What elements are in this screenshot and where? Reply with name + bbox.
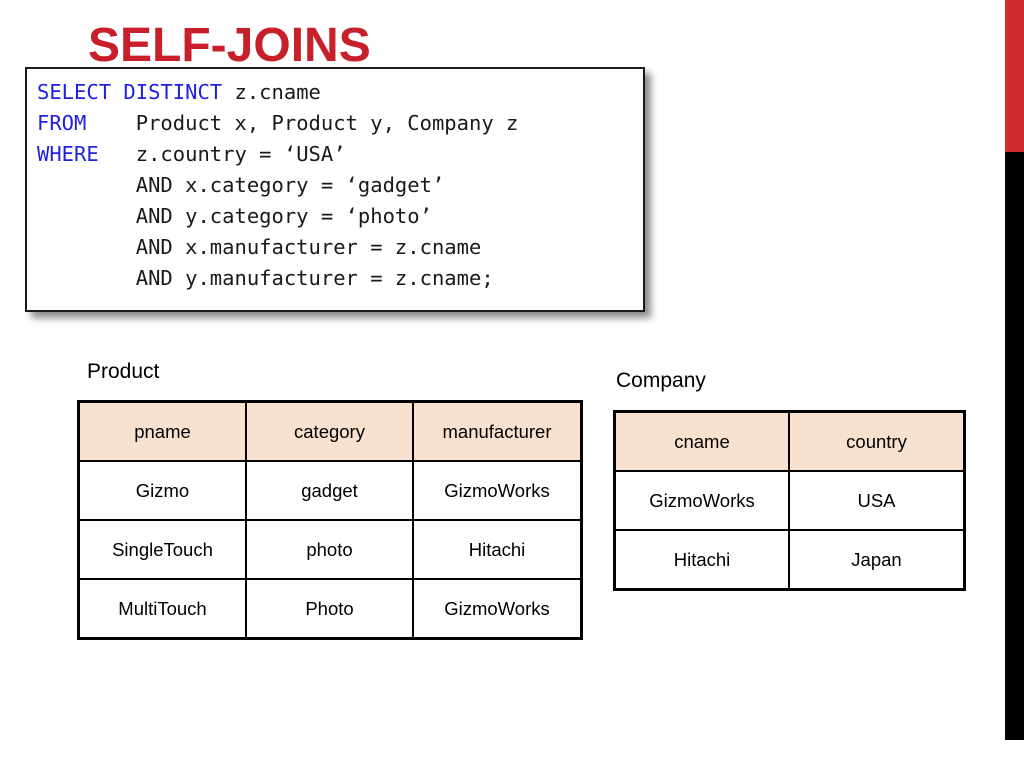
- table-row: SingleTouch photo Hitachi: [77, 519, 583, 580]
- cell-category: Photo: [245, 578, 414, 640]
- page-title: SELF-JOINS: [88, 19, 371, 72]
- cell-country: Japan: [788, 529, 966, 591]
- company-table: cname country GizmoWorks USA Hitachi Jap…: [613, 410, 966, 591]
- cell-pname: MultiTouch: [77, 578, 247, 640]
- sql-text: AND y.category = ‘photo’: [37, 204, 432, 228]
- column-header-country: country: [788, 410, 966, 472]
- sql-code-line: SELECT DISTINCT z.cname: [37, 77, 643, 108]
- product-table: pname category manufacturer Gizmo gadget…: [77, 400, 583, 640]
- table-row: Hitachi Japan: [613, 529, 966, 591]
- cell-country: USA: [788, 470, 966, 531]
- sql-text: AND y.manufacturer = z.cname;: [37, 266, 494, 290]
- company-table-caption: Company: [616, 369, 706, 392]
- column-header-category: category: [245, 400, 414, 462]
- sql-code-lines: SELECT DISTINCT z.cname FROM Product x, P…: [37, 77, 643, 294]
- cell-manufacturer: GizmoWorks: [412, 578, 583, 640]
- cell-cname: GizmoWorks: [613, 470, 790, 531]
- cell-pname: SingleTouch: [77, 519, 247, 580]
- sql-text: z.country = ‘USA’: [98, 142, 346, 166]
- sql-code-line: AND x.category = ‘gadget’: [37, 170, 643, 201]
- table-row: Gizmo gadget GizmoWorks: [77, 460, 583, 521]
- cell-manufacturer: GizmoWorks: [412, 460, 583, 521]
- sql-code-line: AND x.manufacturer = z.cname: [37, 232, 643, 263]
- product-table-caption: Product: [87, 360, 160, 383]
- sql-text: AND x.manufacturer = z.cname: [37, 235, 482, 259]
- sql-keyword: FROM: [37, 111, 87, 135]
- sql-code-line: AND y.manufacturer = z.cname;: [37, 263, 643, 294]
- cell-manufacturer: Hitachi: [412, 519, 583, 580]
- column-header-pname: pname: [77, 400, 247, 462]
- sql-text: Product x, Product y, Company z: [86, 111, 519, 135]
- sql-keyword: WHERE: [37, 142, 99, 166]
- cell-cname: Hitachi: [613, 529, 790, 591]
- table-row: GizmoWorks USA: [613, 470, 966, 531]
- sql-code-line: AND y.category = ‘photo’: [37, 201, 643, 232]
- cell-pname: Gizmo: [77, 460, 247, 521]
- table-header-row: pname category manufacturer: [77, 400, 583, 462]
- decorative-bar-red: [1005, 0, 1024, 152]
- sql-text: AND x.category = ‘gadget’: [37, 173, 445, 197]
- sql-keyword: SELECT DISTINCT: [37, 80, 223, 104]
- slide-canvas: SELF-JOINS SELECT DISTINCT z.cname FROM P…: [0, 0, 1024, 768]
- table-row: MultiTouch Photo GizmoWorks: [77, 578, 583, 640]
- sql-text: z.cname: [222, 80, 321, 104]
- column-header-cname: cname: [613, 410, 790, 472]
- sql-code-line: WHERE z.country = ‘USA’: [37, 139, 643, 170]
- cell-category: photo: [245, 519, 414, 580]
- column-header-manufacturer: manufacturer: [412, 400, 583, 462]
- table-header-row: cname country: [613, 410, 966, 472]
- sql-code-line: FROM Product x, Product y, Company z: [37, 108, 643, 139]
- cell-category: gadget: [245, 460, 414, 521]
- sql-code-block: SELECT DISTINCT z.cname FROM Product x, P…: [25, 67, 645, 312]
- decorative-bar-black: [1005, 152, 1024, 740]
